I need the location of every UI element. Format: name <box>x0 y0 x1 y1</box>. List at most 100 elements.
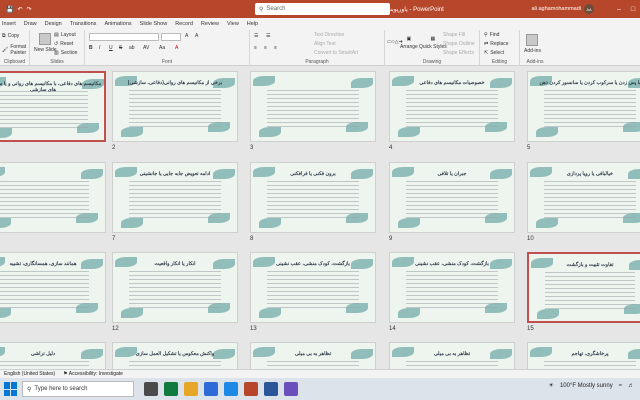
word-icon[interactable] <box>264 382 278 396</box>
underline-button[interactable]: U <box>109 45 113 51</box>
shape-effects-button[interactable]: Shape Effects <box>443 50 474 56</box>
slide-thumbnail[interactable]: مکانیسم های دفاعی، با مکانیسم های روانی … <box>0 71 106 142</box>
addins-button[interactable]: Add-ins <box>524 34 541 54</box>
language-indicator[interactable]: English (United States) <box>4 371 55 377</box>
weather-text[interactable]: 100°F Mostly sunny <box>560 383 613 389</box>
slide-thumbnail[interactable]: برخی از مکانیسم های روانی(دفاعی، سازشی) <box>112 71 238 142</box>
bold-button[interactable]: B <box>89 45 93 51</box>
save-icon[interactable]: 💾 <box>6 6 13 13</box>
strikethrough-button[interactable]: S <box>119 45 122 51</box>
text-direction-button[interactable]: Text Direction <box>314 32 344 38</box>
undo-icon[interactable]: ↶ <box>17 6 22 13</box>
task-view-icon[interactable] <box>144 382 158 396</box>
reset-button[interactable]: ↺ Reset <box>54 41 73 47</box>
layout-button[interactable]: ▤ Layout <box>54 32 76 38</box>
user-account[interactable]: ali aghamohammadi AA <box>531 4 594 14</box>
slide-thumbnail[interactable]: برون فکنی یا فرافکنی <box>250 162 376 233</box>
slide-thumbnail[interactable]: پرخاشگری، تهاجم <box>527 342 640 369</box>
replace-button[interactable]: ⇄ Replace <box>484 41 509 47</box>
powerpoint-icon[interactable] <box>244 382 258 396</box>
align-left-button[interactable]: ≡ <box>254 45 257 51</box>
slide-thumbnail[interactable]: بازگشت، کودک منشی، عقب نشینی <box>250 252 376 323</box>
shadow-button[interactable]: ab <box>129 45 135 51</box>
align-text-button[interactable]: Align Text <box>314 41 336 47</box>
char-spacing-button[interactable]: AV <box>143 45 149 51</box>
minimize-icon[interactable]: – <box>612 0 626 18</box>
slide-thumbnail[interactable]: جبران یا تلافی <box>389 162 515 233</box>
search-box[interactable]: ⚲ Search <box>255 3 390 15</box>
find-button[interactable]: ⚲ Find <box>484 32 499 38</box>
slide-title: با پس زدن یا سرکوب کردن یا سانسور کردن ذ… <box>539 80 640 86</box>
network-icon[interactable]: ≈ <box>619 383 622 389</box>
slide-number: 10 <box>527 236 534 242</box>
slide-body-text <box>406 181 498 220</box>
increase-font-button[interactable]: A <box>185 33 188 39</box>
slide-thumbnail[interactable]: بازگشت، کودک منشی، عقب نشینی <box>389 252 515 323</box>
format-painter-button[interactable]: 🖌 Format Painter <box>2 44 29 56</box>
italic-button[interactable]: I <box>99 45 100 51</box>
slide-thumbnail[interactable]: انکار یا انکار واقعیت <box>112 252 238 323</box>
taskbar-search[interactable]: ⚲ Type here to search <box>22 381 134 397</box>
shape-outline-button[interactable]: Shape Outline <box>443 41 475 47</box>
slide-thumbnail[interactable]: واکنش معکوس یا تشکیل العمل سازی <box>112 342 238 369</box>
reset-icon: ↺ <box>54 41 59 47</box>
slide-thumbnail[interactable]: تفاوت تثبیت و بازگشت <box>527 252 640 323</box>
taskbar-apps <box>144 382 298 396</box>
convert-smartart-button[interactable]: Convert to SmartArt <box>314 50 358 56</box>
slide-body-text <box>0 181 89 220</box>
change-case-button[interactable]: Aa <box>159 45 165 51</box>
volume-icon[interactable]: ♬ <box>628 383 634 389</box>
select-button[interactable]: ⇱ Select <box>484 50 504 56</box>
slide-number: 14 <box>389 326 396 332</box>
shape-fill-button[interactable]: Shape Fill <box>443 32 465 38</box>
slide-thumbnail[interactable] <box>250 71 376 142</box>
tab-slide-show[interactable]: Slide Show <box>140 21 168 27</box>
align-right-button[interactable]: ≡ <box>274 45 277 51</box>
tab-help[interactable]: Help <box>247 21 258 27</box>
quick-styles-icon: ▦ <box>430 36 436 42</box>
redo-icon[interactable]: ↷ <box>27 6 32 13</box>
slide-body-text <box>406 90 498 129</box>
slide-thumbnail[interactable]: ادامه تعویض جابه جایی یا جانشینی <box>112 162 238 233</box>
slide-thumbnail[interactable]: با پس زدن یا سرکوب کردن یا سانسور کردن ذ… <box>527 71 640 142</box>
arrange-button[interactable]: ▣ Arrange <box>400 36 418 50</box>
tab-view[interactable]: View <box>227 21 239 27</box>
tab-design[interactable]: Design <box>45 21 62 27</box>
tab-insert[interactable]: Insert <box>2 21 16 27</box>
slides-label: Slides <box>50 59 64 65</box>
store-icon[interactable] <box>204 382 218 396</box>
file-explorer-icon[interactable] <box>184 382 198 396</box>
taskbar: ⚲ Type here to search ☀ 100°F Mostly sun… <box>0 378 640 400</box>
decrease-font-button[interactable]: A <box>195 33 198 39</box>
numbering-button[interactable]: ☰ <box>266 33 270 39</box>
mail-icon[interactable] <box>224 382 238 396</box>
slide-thumbnail[interactable]: تظاهر به بی میلی <box>250 342 376 369</box>
edge-icon[interactable] <box>164 382 178 396</box>
tab-animations[interactable]: Animations <box>104 21 131 27</box>
font-color-button[interactable]: A <box>175 45 178 51</box>
slide-thumbnail[interactable] <box>0 162 106 233</box>
tab-review[interactable]: Review <box>201 21 219 27</box>
windows-start-icon[interactable] <box>4 382 18 396</box>
slide-thumbnail[interactable]: دلیل تراشی <box>0 342 106 369</box>
slide-thumbnail[interactable]: تظاهر به بی میلی <box>389 342 515 369</box>
tab-draw[interactable]: Draw <box>24 21 37 27</box>
copy-button[interactable]: ⧉ Copy <box>2 33 19 39</box>
slide-thumbnail[interactable]: خصوصیات مکانیسم های دفاعی <box>389 71 515 142</box>
slide-title: پرخاشگری، تهاجم <box>571 351 609 357</box>
copy-icon: ⧉ <box>2 33 6 39</box>
teams-icon[interactable] <box>284 382 298 396</box>
slide-thumbnail[interactable]: همانند سازی، همسانگاری، تشبیه <box>0 252 106 323</box>
maximize-icon[interactable]: □ <box>626 0 640 18</box>
slide-title: برون فکنی یا فرافکنی <box>290 171 336 177</box>
tab-transitions[interactable]: Transitions <box>70 21 97 27</box>
accessibility-indicator[interactable]: ⚑ Accessibility: Investigate <box>63 371 123 377</box>
layout-icon: ▤ <box>54 32 59 38</box>
font-name-field[interactable] <box>89 33 159 41</box>
tab-record[interactable]: Record <box>175 21 193 27</box>
font-size-field[interactable] <box>161 33 181 41</box>
slide-thumbnail[interactable]: خیالبافی یا رویا پردازی <box>527 162 640 233</box>
bullets-button[interactable]: ☰ <box>254 33 258 39</box>
align-center-button[interactable]: ≡ <box>264 45 267 51</box>
section-button[interactable]: ▥ Section <box>54 50 77 56</box>
